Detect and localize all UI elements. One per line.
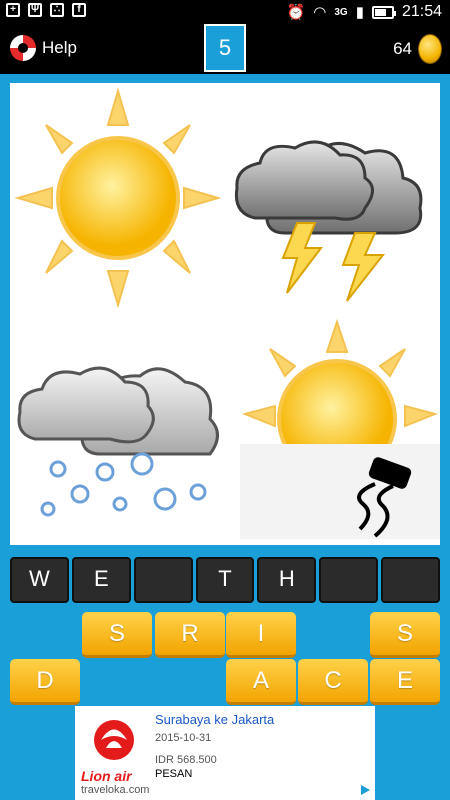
answer-slot[interactable]: W bbox=[10, 557, 69, 603]
ad-date: 2015-10-31 bbox=[155, 732, 212, 744]
letter-tile[interactable]: S bbox=[370, 612, 440, 658]
usb-icon: Ψ bbox=[28, 3, 42, 17]
answer-slot[interactable] bbox=[133, 557, 193, 603]
letter-tile[interactable]: I bbox=[226, 612, 296, 658]
letter-tile[interactable]: A bbox=[226, 659, 296, 705]
help-button[interactable]: Help bbox=[10, 35, 77, 61]
ad-choices-icon[interactable] bbox=[359, 784, 371, 796]
letter-tile[interactable]: R bbox=[155, 612, 225, 658]
answer-slot[interactable] bbox=[319, 557, 379, 603]
clock: 21:54 bbox=[401, 3, 442, 20]
hail-icon bbox=[10, 314, 225, 545]
lifebuoy-icon bbox=[10, 35, 36, 61]
help-label: Help bbox=[42, 38, 77, 57]
snow-slippery-road-icon bbox=[225, 314, 440, 616]
coin-counter[interactable]: 64 bbox=[393, 34, 442, 64]
letter-tile[interactable]: S bbox=[82, 612, 152, 658]
ad-price: IDR 568.500 bbox=[155, 754, 217, 766]
sun-icon bbox=[10, 83, 225, 314]
add-notification-icon: + bbox=[6, 3, 20, 17]
answer-slot[interactable]: T bbox=[195, 557, 255, 603]
ad-banner[interactable]: Lion air traveloka.com Surabaya ke Jakar… bbox=[75, 706, 375, 800]
top-bar: Help 5 64 bbox=[0, 24, 450, 74]
wifi-icon: ◠ bbox=[313, 4, 327, 21]
puzzle-image-panel[interactable] bbox=[10, 83, 440, 616]
coin-icon bbox=[418, 34, 442, 64]
level-indicator: 5 bbox=[204, 24, 246, 72]
letter-tile[interactable]: C bbox=[298, 659, 368, 705]
letter-tile[interactable]: E bbox=[370, 659, 440, 705]
battery-icon bbox=[371, 5, 396, 19]
ad-site: traveloka.com bbox=[81, 784, 150, 796]
alarm-icon: ⏰ bbox=[286, 4, 306, 21]
network-type: 3G bbox=[334, 6, 348, 18]
status-bar: + Ψ ∴ f ⏰ ◠ 3G ▮ 21:54 bbox=[0, 0, 450, 24]
signal-icon: ▮ bbox=[355, 4, 364, 21]
ad-title[interactable]: Surabaya ke Jakarta bbox=[155, 712, 274, 727]
answer-slot[interactable] bbox=[381, 557, 441, 603]
answer-slot[interactable]: E bbox=[71, 557, 131, 603]
thunderstorm-icon bbox=[225, 83, 440, 314]
answer-row: W E T H bbox=[10, 557, 441, 603]
letter-tile[interactable]: D bbox=[10, 659, 80, 705]
coin-count: 64 bbox=[393, 39, 412, 58]
ad-cta-button[interactable]: PESAN bbox=[155, 768, 192, 780]
blackberry-icon: ∴ bbox=[50, 3, 64, 17]
ad-brand: Lion air bbox=[81, 768, 132, 784]
facebook-icon: f bbox=[72, 3, 86, 17]
answer-slot[interactable]: H bbox=[257, 557, 317, 603]
